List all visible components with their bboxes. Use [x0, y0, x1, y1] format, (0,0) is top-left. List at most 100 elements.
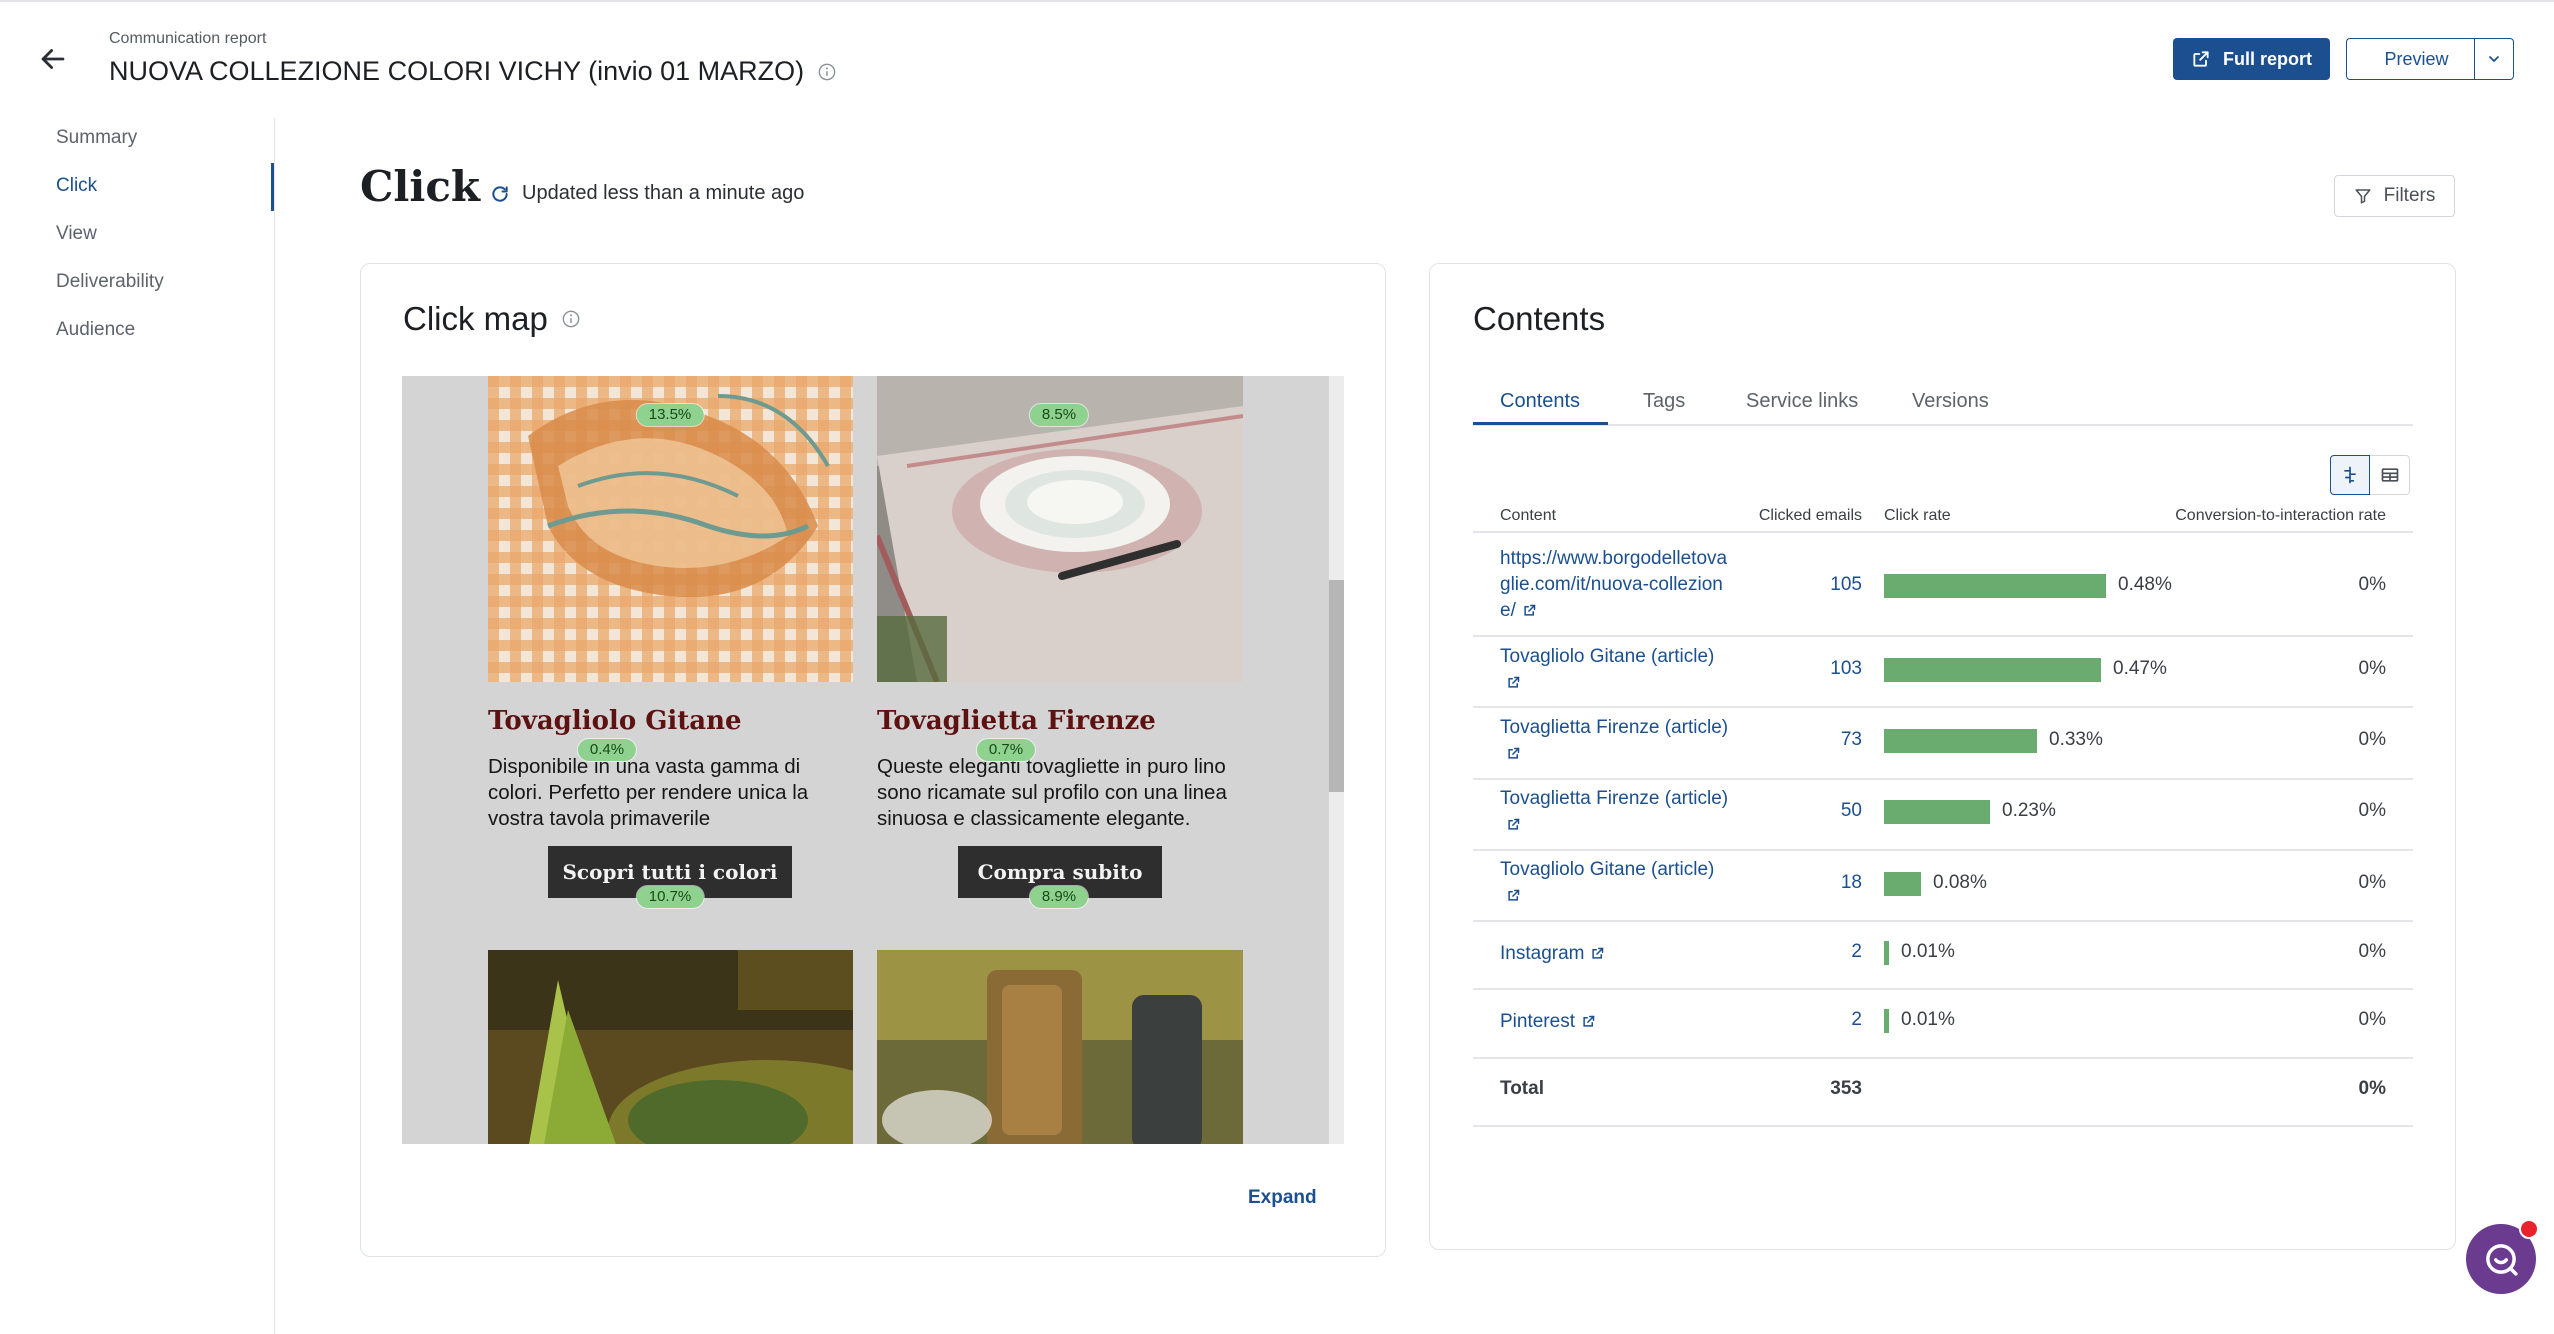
sidebar-item-summary[interactable]: Summary: [56, 127, 137, 149]
content-link-text: Tovagliolo Gitane (article): [1500, 646, 1715, 667]
notification-dot: [2519, 1219, 2539, 1239]
product-title-gitane[interactable]: Tovagliolo Gitane: [488, 706, 742, 736]
table-row-divider: [1473, 920, 2413, 922]
tab-versions[interactable]: Versions: [1912, 390, 1989, 413]
bar-chart-icon: [2344, 466, 2356, 484]
click-rate-bar: [1884, 574, 2106, 598]
product-description-firenze: Queste eleganti tovagliette in puro lino…: [877, 755, 1227, 830]
clicked-count[interactable]: 2: [1851, 1009, 1862, 1031]
back-button[interactable]: [36, 42, 70, 76]
product-image-table[interactable]: [877, 950, 1243, 1144]
refresh-icon[interactable]: [490, 184, 510, 204]
sidebar-item-deliverability[interactable]: Deliverability: [56, 271, 164, 293]
content-link[interactable]: https://www.borgodelletovaglie.com/it/nu…: [1500, 546, 1732, 624]
content-link[interactable]: Tovaglietta Firenze (article): [1500, 715, 1732, 767]
click-rate-value: 0.48%: [2118, 574, 2172, 595]
column-header-clicked: Clicked emails: [1758, 507, 1862, 524]
click-rate-bar: [1884, 800, 1990, 824]
table-row-divider: [1473, 635, 2413, 637]
full-report-button[interactable]: Full report: [2173, 38, 2330, 80]
preview-label: Preview: [2384, 48, 2449, 69]
table-row-divider: [1473, 1057, 2413, 1059]
tab-active-indicator: [1473, 422, 1608, 425]
sidebar-item-audience[interactable]: Audience: [56, 319, 135, 341]
click-rate-value: 0.33%: [2049, 729, 2103, 750]
chart-view-toggle[interactable]: [2330, 455, 2370, 495]
table-footer-divider: [1473, 1125, 2413, 1127]
sidebar-item-view[interactable]: View: [56, 223, 97, 245]
clicked-count[interactable]: 50: [1841, 800, 1862, 822]
click-map-title: Click map: [403, 300, 580, 338]
sidebar-item-click[interactable]: Click: [56, 175, 97, 197]
click-pct-badge: 8.9%: [1029, 886, 1089, 908]
click-rate-value: 0.47%: [2113, 658, 2167, 679]
info-icon[interactable]: [562, 310, 580, 328]
page-title: NUOVA COLLEZIONE COLORI VICHY (invio 01 …: [109, 56, 836, 87]
updated-status: Updated less than a minute ago: [490, 182, 804, 205]
filter-icon: [2355, 189, 2371, 204]
tab-contents[interactable]: Contents: [1500, 390, 1580, 413]
conversion-rate: 0%: [2358, 574, 2386, 595]
external-link-icon: [1524, 604, 1536, 616]
content-link[interactable]: Tovagliolo Gitane (article): [1500, 644, 1732, 696]
click-rate-bar: [1884, 1009, 1889, 1033]
expand-link[interactable]: Expand: [1248, 1187, 1317, 1209]
external-link-icon: [1592, 947, 1604, 959]
external-link-icon: [1508, 818, 1520, 830]
table-row-divider: [1473, 849, 2413, 851]
conversion-rate: 0%: [2358, 729, 2386, 750]
info-icon[interactable]: [818, 63, 836, 81]
click-rate-bar: [1884, 729, 2037, 753]
sidebar: [0, 118, 275, 1334]
tab-service-links[interactable]: Service links: [1746, 390, 1858, 413]
content-link-text: Tovaglietta Firenze (article): [1500, 788, 1729, 809]
table-row-divider: [1473, 988, 2413, 990]
clicked-count[interactable]: 105: [1830, 574, 1862, 596]
content-link-text: Tovagliolo Gitane (article): [1500, 859, 1715, 880]
table-view-toggle[interactable]: [2370, 455, 2410, 495]
preview-scrollbar-thumb[interactable]: [1329, 580, 1344, 792]
top-border: [0, 0, 2554, 2]
product-title-firenze[interactable]: Tovaglietta Firenze: [877, 706, 1156, 736]
product-image-garden[interactable]: [488, 950, 853, 1144]
clicked-count[interactable]: 18: [1841, 872, 1862, 894]
external-link-icon: [1508, 747, 1520, 759]
clicked-count[interactable]: 73: [1841, 729, 1862, 751]
click-rate-value: 0.01%: [1901, 941, 1955, 962]
content-link[interactable]: Pinterest: [1500, 1009, 1732, 1035]
updated-text: Updated less than a minute ago: [522, 182, 805, 204]
filters-button[interactable]: Filters: [2334, 175, 2455, 217]
click-pct-badge: 8.5%: [1029, 404, 1089, 426]
chat-icon: [2486, 1244, 2518, 1276]
content-link[interactable]: Instagram: [1500, 941, 1732, 967]
email-preview[interactable]: Tovagliolo Gitane Disponibile in una vas…: [402, 376, 1344, 1144]
click-rate-value: 0.01%: [1901, 1009, 1955, 1030]
content-link[interactable]: Tovaglietta Firenze (article): [1500, 786, 1732, 838]
clicked-count[interactable]: 2: [1851, 941, 1862, 963]
filters-label: Filters: [2383, 185, 2436, 206]
clicked-count[interactable]: 103: [1830, 658, 1862, 680]
click-rate-bar: [1884, 658, 2101, 682]
content-link-text: Tovaglietta Firenze (article): [1500, 717, 1729, 738]
preview-dropdown-button[interactable]: [2474, 38, 2514, 80]
click-map-title-text: Click map: [403, 300, 548, 337]
click-rate-bar: [1884, 872, 1921, 896]
table-icon: [2381, 468, 2398, 482]
conversion-rate: 0%: [2358, 941, 2386, 962]
column-header-rate: Click rate: [1884, 507, 1951, 524]
conversion-rate: 0%: [2358, 872, 2386, 893]
content-link-text: Instagram: [1500, 943, 1585, 964]
conversion-rate: 0%: [2358, 1009, 2386, 1030]
content-link[interactable]: Tovagliolo Gitane (article): [1500, 857, 1732, 909]
content-link-text: Pinterest: [1500, 1011, 1575, 1032]
click-rate-value: 0.08%: [1933, 872, 1987, 893]
page-eyebrow: Communication report: [109, 30, 267, 47]
click-pct-badge: 13.5%: [636, 404, 704, 426]
table-row-divider: [1473, 778, 2413, 780]
click-pct-badge: 0.7%: [976, 739, 1036, 761]
preview-button[interactable]: Preview: [2346, 38, 2486, 80]
tab-tags[interactable]: Tags: [1643, 390, 1685, 413]
external-link-icon: [2193, 51, 2209, 67]
click-pct-badge: 10.7%: [636, 886, 704, 908]
column-header-content: Content: [1500, 507, 1557, 524]
